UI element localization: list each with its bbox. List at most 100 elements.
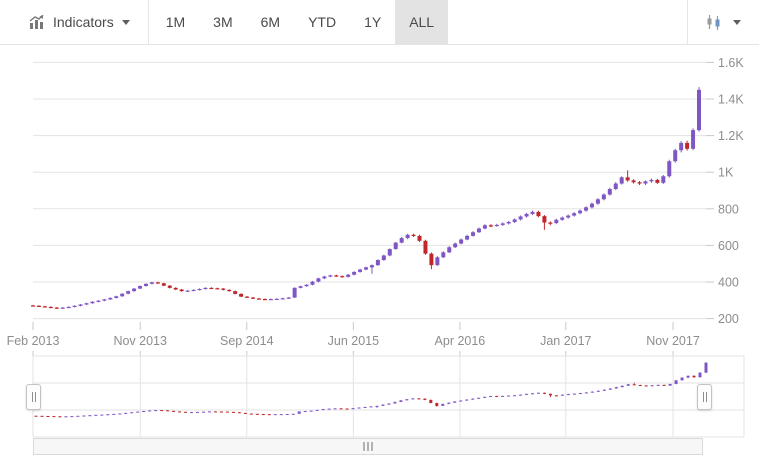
candle [608, 189, 612, 194]
navigator-candle [244, 413, 247, 414]
grip-vertical-icon [703, 392, 704, 402]
candle [90, 302, 94, 303]
toolbar: Indicators 1M3M6MYTD1YALL [0, 0, 759, 45]
candle [150, 282, 154, 283]
indicators-button[interactable]: Indicators [0, 0, 148, 44]
candle [49, 307, 53, 308]
toolbar-spacer [448, 0, 687, 44]
candle [394, 243, 398, 249]
candlestick-chart-canvas: 2004006008001K1.2K1.4K1.6KFeb 2013Nov 20… [0, 45, 759, 460]
range-button-ytd[interactable]: YTD [294, 0, 350, 44]
candle [465, 236, 469, 240]
navigator-candle [334, 408, 337, 409]
candle [186, 291, 190, 292]
navigator-candle [669, 384, 672, 386]
navigator-candle [268, 414, 271, 415]
navigator-candle [346, 409, 349, 410]
navigator-candle [208, 411, 211, 412]
candle [31, 305, 35, 306]
y-axis-label: 600 [718, 239, 739, 253]
candle [316, 278, 320, 281]
navigator-candle [441, 404, 444, 406]
candle [61, 308, 65, 309]
candle [673, 150, 677, 161]
candle [281, 298, 285, 299]
navigator-right-handle[interactable] [697, 384, 712, 410]
navigator-candle [489, 396, 492, 397]
navigator-candle [322, 409, 325, 410]
candle [305, 285, 309, 286]
navigator-candle [262, 414, 265, 415]
range-button-3m[interactable]: 3M [199, 0, 246, 44]
navigator-candle [142, 411, 145, 412]
toolbar-divider [148, 0, 149, 44]
grip-horizontal-icon [363, 442, 365, 451]
candle [614, 184, 618, 189]
candle [108, 298, 112, 299]
navigator-candle [681, 378, 684, 381]
navigator-candle [567, 394, 570, 395]
navigator-candle [286, 414, 289, 415]
candle [542, 216, 546, 222]
chart-type-button[interactable] [688, 0, 759, 44]
navigator-candle [250, 414, 253, 415]
range-button-all[interactable]: ALL [395, 0, 448, 44]
x-axis-label: Jan 2017 [540, 334, 591, 348]
candle [174, 288, 178, 290]
candle [691, 130, 695, 149]
navigator-candle [537, 393, 540, 394]
navigator-candle [52, 416, 55, 417]
range-button-6m[interactable]: 6M [247, 0, 294, 44]
candle [602, 195, 606, 200]
candle [138, 286, 142, 289]
candle [453, 244, 457, 248]
candle [632, 180, 636, 182]
candle [203, 288, 207, 289]
navigator-candle [615, 387, 618, 388]
navigator-scrollbar[interactable] [33, 438, 703, 455]
grip-vertical-icon [706, 392, 707, 402]
candle [412, 235, 416, 236]
candle [513, 219, 517, 222]
candle [697, 90, 701, 130]
x-axis-label: Nov 2017 [646, 334, 700, 348]
candle [96, 301, 100, 302]
range-button-1y[interactable]: 1Y [350, 0, 395, 44]
y-axis-label: 800 [718, 202, 739, 216]
candle [560, 218, 564, 220]
candle [192, 290, 196, 291]
candle [626, 177, 630, 180]
candle [310, 282, 314, 285]
candle [554, 220, 558, 223]
navigator-candle [220, 412, 223, 413]
navigator-candle [699, 373, 702, 378]
x-axis-label: Feb 2013 [7, 334, 60, 348]
range-button-1m[interactable]: 1M [152, 0, 199, 44]
y-axis-label: 1.6K [718, 56, 744, 70]
navigator-candle [130, 412, 133, 413]
navigator-candle [166, 410, 169, 411]
candle [346, 275, 350, 277]
candle [441, 252, 445, 257]
candle [126, 291, 130, 294]
navigator-candle [573, 394, 576, 395]
navigator-candle [375, 406, 378, 407]
navigator-candle [184, 412, 187, 413]
candle [525, 214, 529, 217]
chevron-down-icon [122, 20, 130, 25]
navigator-candle [633, 384, 636, 385]
candle [215, 288, 219, 289]
candle [661, 176, 665, 183]
navigator-candle [310, 411, 313, 412]
candle [221, 289, 225, 290]
navigator-left-handle[interactable] [26, 384, 41, 410]
candle [287, 298, 291, 299]
navigator-candle [118, 414, 121, 415]
grip-vertical-icon [32, 392, 33, 402]
navigator-candle [687, 376, 690, 378]
candle [418, 236, 422, 241]
navigator-candle [411, 398, 414, 399]
navigator-candle [76, 416, 79, 417]
candle [79, 305, 83, 306]
candle [578, 211, 582, 214]
